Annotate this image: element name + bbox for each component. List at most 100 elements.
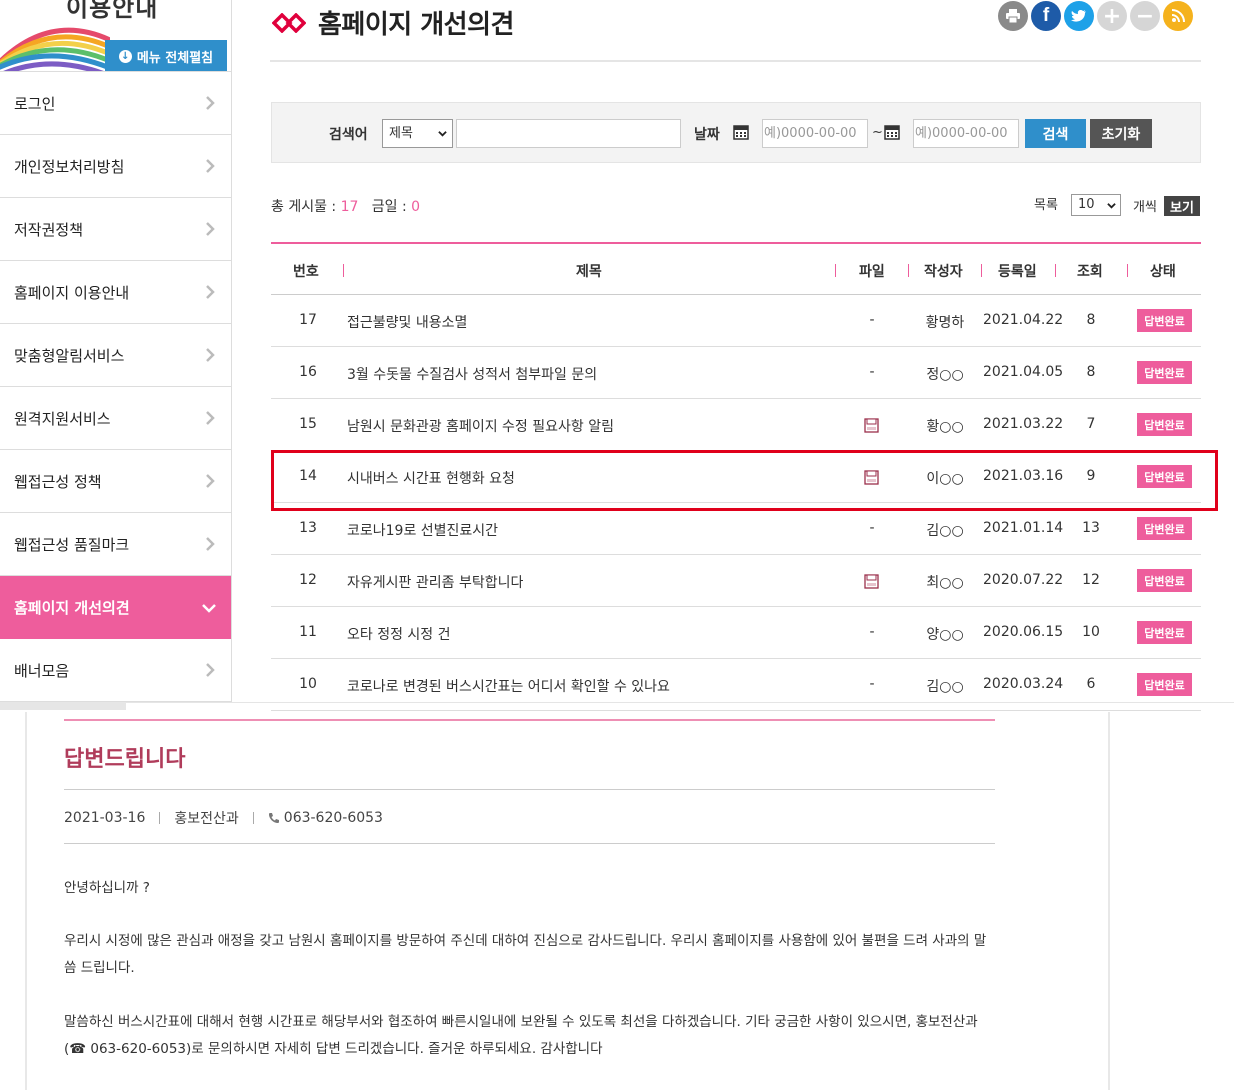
attachment-file-icon[interactable] <box>864 574 879 589</box>
calendar-icon[interactable] <box>884 124 900 140</box>
reply-paragraph: 우리시 시정에 많은 관심과 애정을 갖고 남원시 홈페이지를 방문하여 주신데… <box>64 933 987 976</box>
column-divider <box>908 264 909 277</box>
column-divider <box>981 264 982 277</box>
print-icon[interactable] <box>998 1 1028 31</box>
sidebar-item[interactable]: 개인정보처리방침 <box>0 135 231 198</box>
date-from-input[interactable]: 예)0000-00-00 <box>762 119 868 148</box>
cell-title[interactable]: 남원시 문화관광 홈페이지 수정 필요사항 알림 <box>347 416 827 436</box>
reply-title: 답변드립니다 <box>64 747 186 772</box>
sidebar-item[interactable]: 맞춤형알림서비스 <box>0 324 231 387</box>
cell-title[interactable]: 코로나19로 선별진료시간 <box>347 520 827 540</box>
search-field-select[interactable]: 제목 <box>382 119 453 148</box>
sidebar-item-label: 홈페이지 개선의견 <box>14 598 130 617</box>
column-header-author: 작성자 <box>924 264 963 280</box>
chevron-right-icon <box>206 411 215 425</box>
sidebar-item[interactable]: 배너모음 <box>0 639 231 702</box>
table-row[interactable]: 13 코로나19로 선별진료시간 - 김○○ 2021.01.14 13 답변완료 <box>271 503 1201 555</box>
sidebar: 이용안내 ↓ 메뉴 전체펼침 로그인 개인정보처리방침저작권정책홈페이지 이용안내… <box>0 0 232 702</box>
sidebar-item-label: 홈페이지 이용안내 <box>14 283 130 302</box>
sidebar-item[interactable]: 저작권정책 <box>0 198 231 261</box>
table-row[interactable]: 12 자유게시판 관리좀 부탁합니다 최○○ 2020.07.22 12 답변완료 <box>271 555 1201 607</box>
cell-author: 정○○ <box>926 367 964 383</box>
table-row[interactable]: 15 남원시 문화관광 홈페이지 수정 필요사항 알림 황○○ 2021.03.22 7… <box>271 399 1201 451</box>
reset-button[interactable]: 초기화 <box>1090 119 1152 148</box>
column-header-number: 번호 <box>293 264 319 280</box>
reply-top-divider <box>64 719 995 721</box>
cell-title[interactable]: 시내버스 시간표 현행화 요청 <box>347 468 827 488</box>
menu-expand-all-button[interactable]: ↓ 메뉴 전체펼침 <box>105 40 227 71</box>
column-divider <box>835 264 836 277</box>
chevron-right-icon <box>206 474 215 488</box>
sidebar-item[interactable]: 웹접근성 정책 <box>0 450 231 513</box>
chevron-down-icon <box>438 131 447 137</box>
search-input[interactable] <box>456 119 681 148</box>
reply-paragraph: 말씀하신 버스시간표에 대해서 현행 시간표로 해당부서와 협조하여 빠른시일내… <box>64 1014 978 1057</box>
page-header: 홈페이지 개선의견 <box>272 4 514 41</box>
sidebar-item-label: 웹접근성 정책 <box>14 472 102 491</box>
cell-date: 2020.07.22 <box>983 572 1064 588</box>
table-row[interactable]: 14 시내버스 시간표 현행화 요청 이○○ 2021.03.16 9 답변완료 <box>271 451 1201 503</box>
cell-title[interactable]: 코로나로 변경된 버스시간표는 어디서 확인할 수 있나요 <box>347 676 827 696</box>
cell-title[interactable]: 3월 수돗물 수질검사 성적서 첨부파일 문의 <box>347 364 827 384</box>
attachment-file-icon[interactable] <box>864 418 879 433</box>
chevron-right-icon <box>206 537 215 551</box>
cell-views: 8 <box>1086 312 1096 328</box>
table-row[interactable]: 10 코로나로 변경된 버스시간표는 어디서 확인할 수 있나요 - 김○○ 2020.… <box>271 659 1201 711</box>
sidebar-item[interactable]: 홈페이지 개선의견 <box>0 576 231 639</box>
status-badge: 답변완료 <box>1137 413 1192 436</box>
section-divider <box>0 702 1234 703</box>
per-page-select[interactable]: 10 <box>1071 194 1121 216</box>
chevron-right-icon <box>206 159 215 173</box>
sidebar-item[interactable]: 홈페이지 이용안내 <box>0 261 231 324</box>
zoom-out-icon[interactable]: − <box>1130 1 1160 31</box>
cell-title[interactable]: 오타 정정 시정 건 <box>347 624 827 644</box>
title-bullet-icon <box>272 12 306 33</box>
cell-number: 16 <box>299 364 317 380</box>
sidebar-item-label: 저작권정책 <box>14 220 84 239</box>
cell-views: 13 <box>1082 520 1100 536</box>
total-label: 총 게시물 : <box>271 199 337 215</box>
cell-number: 10 <box>299 676 317 692</box>
table-row[interactable]: 16 3월 수돗물 수질검사 성적서 첨부파일 문의 - 정○○ 2021.04.05 8… <box>271 347 1201 399</box>
per-page-unit: 개씩 <box>1133 200 1157 215</box>
table-row[interactable]: 17 접근불량및 내용소멸 - 황명하 2021.04.22 8 답변완료 <box>271 295 1201 347</box>
title-divider <box>270 60 1201 62</box>
calendar-icon[interactable] <box>733 124 749 140</box>
rss-icon[interactable] <box>1163 1 1193 31</box>
reply-divider <box>64 843 995 844</box>
view-button[interactable]: 보기 <box>1164 196 1200 216</box>
search-button[interactable]: 검색 <box>1025 119 1086 148</box>
cell-date: 2020.06.15 <box>983 624 1064 640</box>
table-row[interactable]: 11 오타 정정 시정 건 - 양○○ 2020.06.15 10 답변완료 <box>271 607 1201 659</box>
chevron-right-icon <box>206 96 215 110</box>
zoom-in-icon[interactable]: + <box>1097 1 1127 31</box>
sidebar-title: 이용안내 <box>66 0 159 22</box>
sidebar-item-label: 원격지원서비스 <box>14 409 111 428</box>
cell-author: 최○○ <box>926 575 964 591</box>
twitter-icon[interactable] <box>1064 1 1094 31</box>
share-toolbar: f + − <box>998 1 1193 31</box>
sidebar-item[interactable]: 원격지원서비스 <box>0 387 231 450</box>
cell-title[interactable]: 자유게시판 관리좀 부탁합니다 <box>347 572 827 592</box>
date-to-input[interactable]: 예)0000-00-00 <box>913 119 1019 148</box>
cell-date: 2020.03.24 <box>983 676 1064 692</box>
section-divider-accent <box>0 702 126 710</box>
chevron-right-icon <box>206 222 215 236</box>
cell-title[interactable]: 접근불량및 내용소멸 <box>347 312 827 332</box>
column-divider <box>343 264 344 277</box>
sidebar-item[interactable]: 로그인 <box>0 72 231 135</box>
sidebar-item[interactable]: 웹접근성 품질마크 <box>0 513 231 576</box>
cell-file: - <box>869 364 875 380</box>
facebook-icon[interactable]: f <box>1031 1 1061 31</box>
phone-icon <box>268 813 279 823</box>
today-label: 금일 : <box>371 199 407 215</box>
attachment-file-icon[interactable] <box>864 470 879 485</box>
board-table: 번호 제목 파일 작성자 등록일 조회 상태 17 접근불량및 내용소멸 - 황명하 2… <box>271 242 1201 711</box>
sidebar-item-label: 웹접근성 품질마크 <box>14 535 130 554</box>
meta-divider <box>252 812 254 824</box>
cell-file: - <box>869 624 875 640</box>
menu-toggle-label: 메뉴 전체펼침 <box>136 50 214 66</box>
today-count: 0 <box>411 199 421 215</box>
reply-paragraph: 안녕하십니까 ? <box>64 880 150 896</box>
cell-views: 10 <box>1082 624 1100 640</box>
